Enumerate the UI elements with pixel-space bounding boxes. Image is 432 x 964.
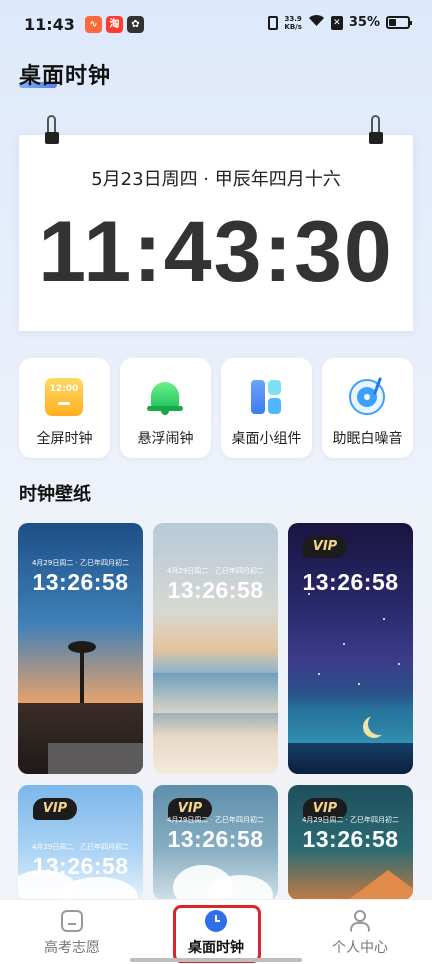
vinyl-disc-icon — [348, 377, 386, 416]
user-icon — [349, 910, 371, 932]
nav-label: 高考志愿 — [44, 940, 100, 956]
ring-binder-icon — [45, 115, 59, 149]
wallpaper-date: 4月29日周二 · 乙巳年四月初二 — [31, 843, 130, 851]
vip-badge: VIP — [33, 798, 77, 820]
widget-icon — [247, 378, 285, 416]
bell-icon — [146, 378, 184, 416]
no-sim-icon: ✕ — [330, 15, 343, 30]
home-indicator[interactable] — [130, 958, 302, 962]
wallpaper-time: 13:26:58 — [302, 826, 399, 852]
wallpaper-date: 4月29日周二 · 乙巳年四月初二 — [301, 816, 400, 824]
wallpaper-time: 13:26:58 — [167, 577, 264, 603]
wallpaper-date: 4月29日周二 · 乙巳年四月初二 — [166, 567, 265, 575]
floating-alarm-button[interactable]: 悬浮闹钟 — [120, 358, 211, 458]
nav-label: 个人中心 — [332, 940, 388, 956]
wallpaper-date: 4月29日周二 · 乙巳年四月初二 — [166, 816, 265, 824]
desktop-widget-button[interactable]: 桌面小组件 — [221, 358, 312, 458]
app-notification-icon: ∿ — [85, 16, 102, 33]
nav-item-profile[interactable]: 个人中心 — [288, 900, 432, 964]
clock-date: 5月23日周四 · 甲辰年四月十六 — [91, 169, 341, 190]
fullscreen-clock-icon: 12:00 — [45, 378, 83, 416]
tile-label: 桌面小组件 — [231, 431, 302, 447]
wallpaper-card[interactable]: VIP 4月29日周二 · 乙巳年四月初二 13:26:58 — [18, 785, 143, 900]
wallpaper-time: 13:26:58 — [167, 826, 264, 852]
wallpaper-card[interactable]: VIP 13:26:58 — [288, 523, 413, 774]
wallpaper-time: 13:26:58 — [32, 853, 129, 879]
tile-label: 助眠白噪音 — [332, 431, 403, 447]
highlight-annotation-box — [173, 905, 261, 963]
battery-percent: 35% — [348, 15, 380, 30]
wallpaper-card[interactable]: 4月29日周二 · 乙巳年四月初二 13:26:58 — [153, 523, 278, 774]
vibrate-icon — [268, 15, 279, 30]
status-indicators: 33.9 KB/s ✕ 35% — [268, 14, 412, 31]
ring-binder-icon — [369, 115, 383, 149]
wallpaper-card[interactable]: VIP 4月29日周二 · 乙巳年四月初二 13:26:58 — [288, 785, 413, 900]
tile-label: 全屏时钟 — [36, 431, 93, 447]
fullscreen-clock-button[interactable]: 12:00 全屏时钟 — [19, 358, 110, 458]
page-title: 桌面时钟 — [19, 64, 112, 89]
flip-clock-card[interactable]: 5月23日周四 · 甲辰年四月十六 11:43:30 — [19, 115, 413, 331]
network-speed: 33.9 KB/s — [284, 14, 302, 31]
status-time: 11:43 — [24, 15, 75, 34]
wallpaper-time: 13:26:58 — [32, 569, 129, 595]
wifi-icon — [308, 14, 325, 31]
nav-item-college-application[interactable]: 高考志愿 — [0, 900, 144, 964]
clock-time: 11:43:30 — [38, 204, 394, 300]
section-title-wallpapers: 时钟壁纸 — [19, 484, 91, 505]
white-noise-button[interactable]: 助眠白噪音 — [322, 358, 413, 458]
battery-icon — [386, 16, 412, 29]
vip-badge: VIP — [303, 536, 347, 558]
status-bar: 11:43 ∿ 淘 ✿ 33.9 KB/s ✕ 35% — [0, 0, 432, 50]
wallpaper-time: 13:26:58 — [302, 569, 399, 595]
wallpaper-card[interactable]: VIP 4月29日周二 · 乙巳年四月初二 13:26:58 — [153, 785, 278, 900]
wallpaper-card[interactable]: 4月29日周二 · 乙巳年四月初二 13:26:58 — [18, 523, 143, 774]
wallpaper-date: 4月29日周二 · 乙巳年四月初二 — [31, 559, 130, 567]
tile-label: 悬浮闹钟 — [137, 431, 194, 447]
app-notification-icon: 淘 — [106, 16, 123, 33]
app-notification-icon: ✿ — [127, 16, 144, 33]
home-icon — [61, 910, 83, 932]
